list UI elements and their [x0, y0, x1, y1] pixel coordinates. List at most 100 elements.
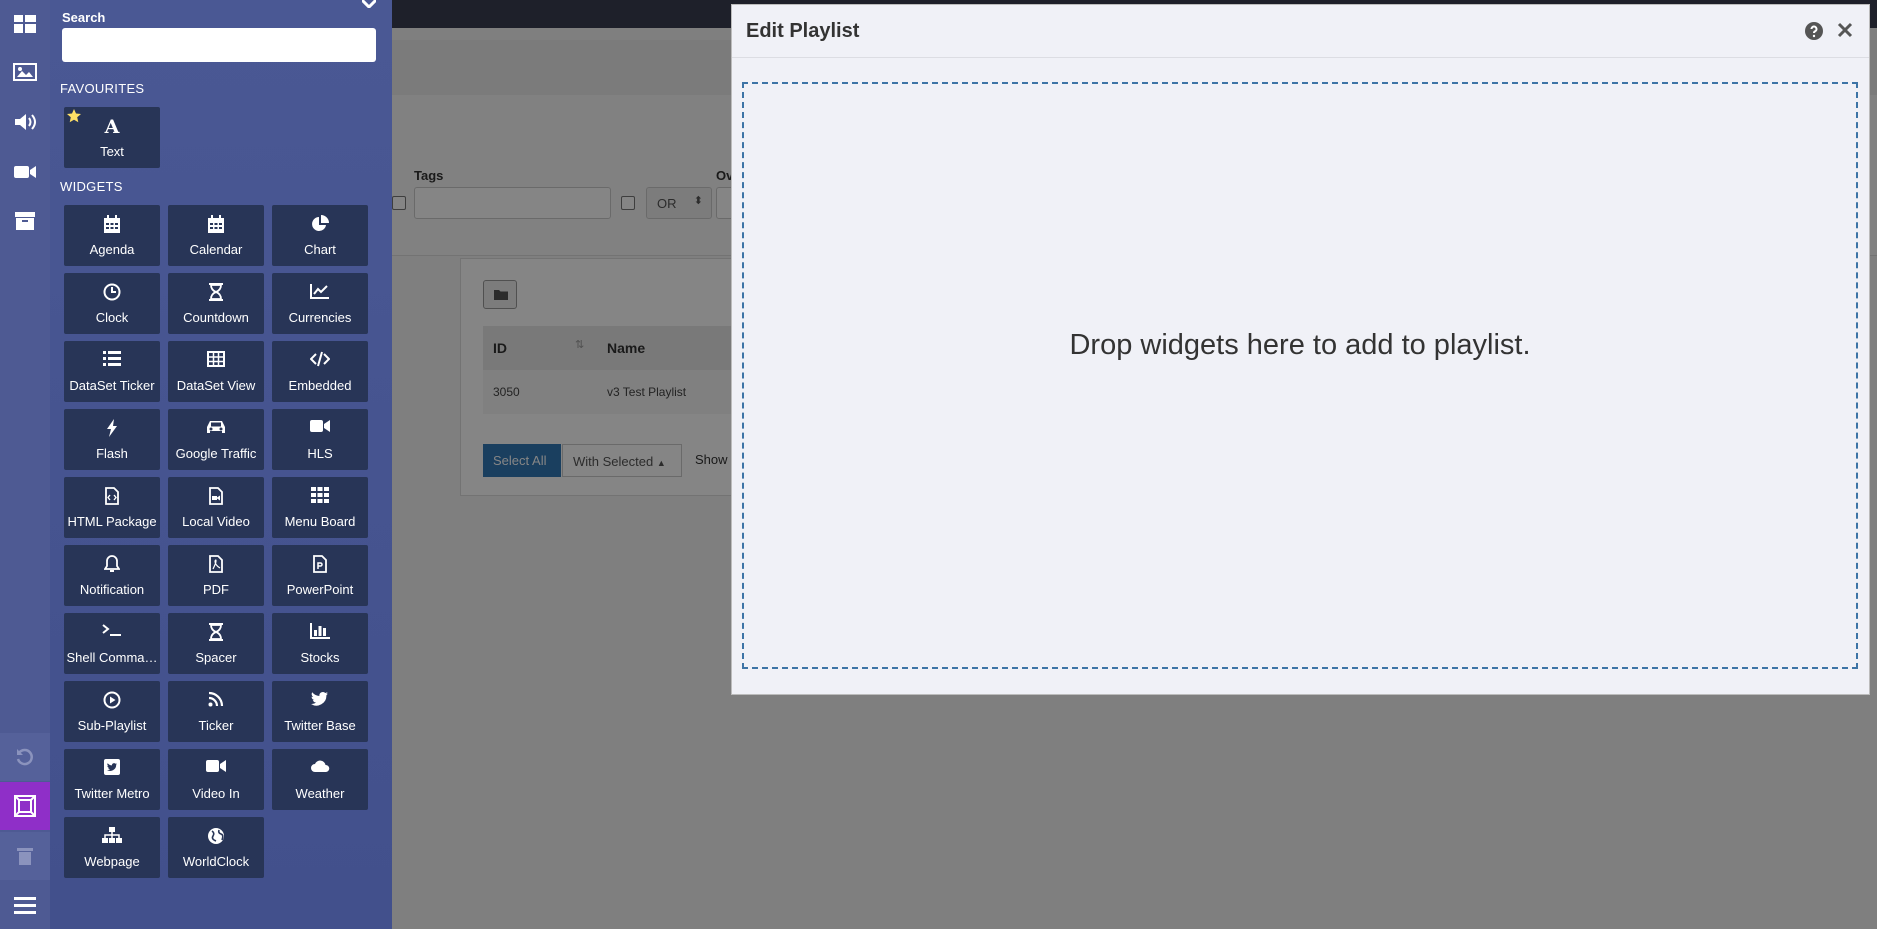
tile-label: WorldClock — [182, 854, 250, 869]
widget-tile-clock[interactable]: Clock — [64, 273, 160, 334]
favourites-title: FAVOURITES — [60, 81, 145, 96]
rail-region-button[interactable] — [0, 782, 50, 830]
search-label: Search — [62, 10, 106, 25]
rail-video-button[interactable] — [0, 148, 50, 196]
widget-tile-agenda[interactable]: Agenda — [64, 205, 160, 266]
widget-tile-spacer[interactable]: Spacer — [168, 613, 264, 674]
twitter-icon — [311, 692, 328, 706]
tile-label: HLS — [307, 446, 333, 461]
widget-tile-flash[interactable]: Flash — [64, 409, 160, 470]
collapse-icon[interactable] — [362, 0, 376, 8]
tile-label: DataSet Ticker — [69, 378, 155, 393]
file-pdf-icon — [209, 555, 223, 573]
rail-undo-button[interactable] — [0, 733, 50, 781]
terminal-icon — [102, 624, 121, 636]
tile-label: Calendar — [189, 242, 243, 257]
tile-label: Flash — [96, 446, 128, 461]
archive-icon — [15, 212, 35, 230]
widget-tile-twitter-metro[interactable]: Twitter Metro — [64, 749, 160, 810]
favourite-tile-text[interactable]: A Text — [64, 107, 160, 168]
widget-tile-worldclock[interactable]: WorldClock — [168, 817, 264, 878]
video-icon — [14, 166, 36, 178]
calendar-icon — [104, 215, 120, 233]
tile-label: Local Video — [182, 514, 250, 529]
modal-title: Edit Playlist — [746, 20, 860, 42]
undo-icon — [16, 748, 33, 766]
widget-tile-google-traffic[interactable]: Google Traffic — [168, 409, 264, 470]
menu-icon — [14, 897, 36, 914]
tile-label: Chart — [304, 242, 336, 257]
tile-label: Sub-Playlist — [77, 718, 147, 733]
video-camera-icon — [310, 420, 330, 432]
tile-label: DataSet View — [176, 378, 256, 393]
widget-tile-local-video[interactable]: Local Video — [168, 477, 264, 538]
widgets-title: WIDGETS — [60, 179, 123, 194]
tile-label: Twitter Base — [284, 718, 356, 733]
list-icon — [103, 351, 121, 366]
pie-chart-icon — [312, 215, 329, 231]
widget-tile-countdown[interactable]: Countdown — [168, 273, 264, 334]
tile-label: Twitter Metro — [74, 786, 150, 801]
widget-tile-notification[interactable]: Notification — [64, 545, 160, 606]
widget-tile-pdf[interactable]: PDF — [168, 545, 264, 606]
widget-tile-webpage[interactable]: Webpage — [64, 817, 160, 878]
widget-tile-weather[interactable]: Weather — [272, 749, 368, 810]
help-icon[interactable] — [1805, 22, 1823, 40]
rail-widgets-button[interactable] — [0, 0, 50, 48]
tile-label: Video In — [192, 786, 240, 801]
tile-label: Google Traffic — [175, 446, 257, 461]
tile-label: Clock — [95, 310, 129, 325]
image-icon — [13, 63, 37, 81]
editor-toolbar-rail — [0, 0, 50, 929]
bar-chart-icon — [310, 623, 330, 639]
bolt-icon — [107, 419, 117, 437]
widget-tile-calendar[interactable]: Calendar — [168, 205, 264, 266]
widget-tile-dataset-ticker[interactable]: DataSet Ticker — [64, 341, 160, 402]
tile-label: Spacer — [195, 650, 237, 665]
widget-tile-ticker[interactable]: Ticker — [168, 681, 264, 742]
text-icon: A — [104, 116, 120, 138]
close-icon[interactable] — [1837, 22, 1853, 38]
tile-label: Currencies — [288, 310, 352, 325]
globe-icon — [208, 828, 224, 844]
widget-tile-stocks[interactable]: Stocks — [272, 613, 368, 674]
widget-tile-dataset-view[interactable]: DataSet View — [168, 341, 264, 402]
file-code-icon — [105, 487, 119, 505]
twitter-square-icon — [104, 759, 120, 775]
tile-label: Ticker — [198, 718, 234, 733]
hourglass-icon — [209, 283, 223, 301]
widget-tile-powerpoint[interactable]: PowerPoint — [272, 545, 368, 606]
tile-label: HTML Package — [67, 514, 157, 529]
widget-tile-shell-command[interactable]: Shell Comma… — [64, 613, 160, 674]
tile-label: PDF — [203, 582, 229, 597]
code-icon — [310, 351, 330, 367]
search-input[interactable] — [62, 28, 376, 62]
trash-icon — [17, 848, 33, 865]
rail-images-button[interactable] — [0, 48, 50, 96]
widget-tile-embedded[interactable]: Embedded — [272, 341, 368, 402]
rail-menu-button[interactable] — [0, 881, 50, 929]
rss-icon — [208, 691, 224, 707]
tile-label: Notification — [79, 582, 145, 597]
layout-icon — [14, 15, 36, 33]
widget-tile-html-package[interactable]: HTML Package — [64, 477, 160, 538]
rail-delete-button[interactable] — [0, 832, 50, 880]
widget-tile-twitter-base[interactable]: Twitter Base — [272, 681, 368, 742]
car-icon — [207, 421, 225, 433]
calendar-icon — [208, 215, 224, 233]
playlist-dropzone[interactable]: Drop widgets here to add to playlist. — [742, 82, 1858, 669]
widget-tile-sub-playlist[interactable]: Sub-Playlist — [64, 681, 160, 742]
file-video-icon — [209, 487, 223, 505]
audio-icon — [15, 114, 36, 130]
widget-tile-hls[interactable]: HLS — [272, 409, 368, 470]
tile-label: PowerPoint — [286, 582, 354, 597]
widget-tile-video-in[interactable]: Video In — [168, 749, 264, 810]
rail-audio-button[interactable] — [0, 98, 50, 146]
sitemap-icon — [102, 827, 122, 843]
region-icon — [14, 795, 36, 817]
rail-library-button[interactable] — [0, 197, 50, 245]
widget-tile-menu-board[interactable]: Menu Board — [272, 477, 368, 538]
widget-tile-currencies[interactable]: Currencies — [272, 273, 368, 334]
clock-icon — [103, 283, 121, 301]
widget-tile-chart[interactable]: Chart — [272, 205, 368, 266]
